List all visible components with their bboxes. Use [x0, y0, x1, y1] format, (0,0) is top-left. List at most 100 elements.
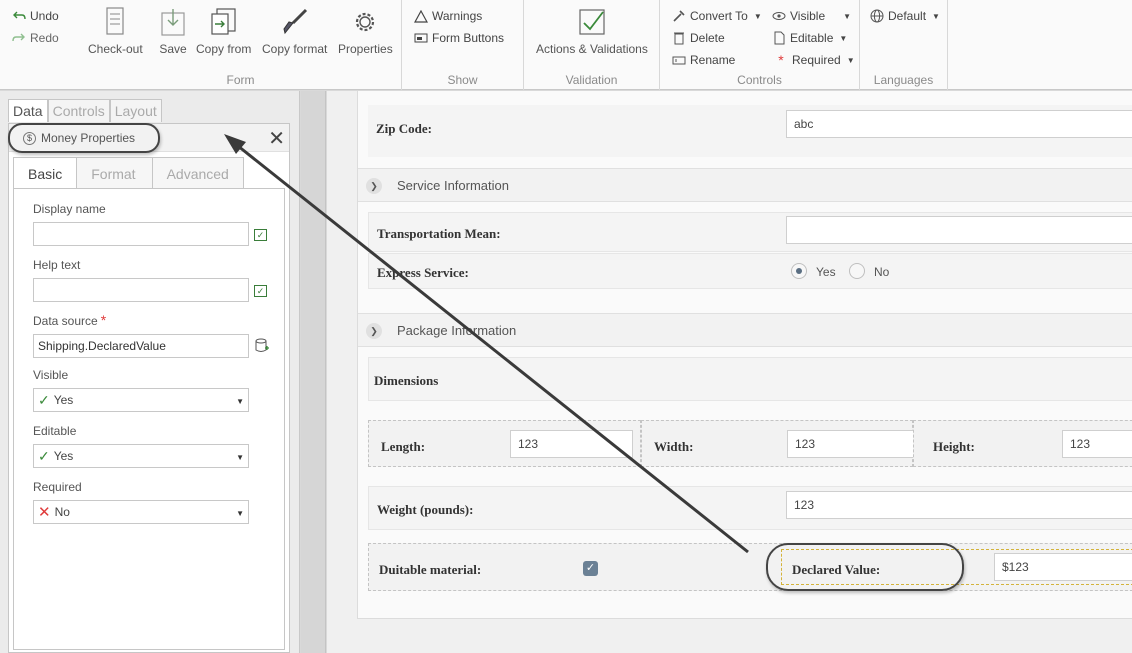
undo-icon — [12, 9, 26, 23]
display-name-label: Display name — [33, 202, 106, 216]
dimensions-label: Dimensions — [374, 373, 439, 388]
chevron-down-icon: ▼ — [932, 11, 940, 21]
tab-advanced[interactable]: Advanced — [151, 157, 244, 189]
express-no-radio[interactable] — [849, 263, 865, 279]
callout-ring-declared-value — [766, 543, 964, 591]
required-dropdown[interactable]: * Required ▼ — [774, 52, 855, 68]
check-icon: ✓ — [38, 391, 50, 408]
zip-label: Zip Code: — [376, 121, 432, 136]
checkbox-check-icon — [575, 6, 609, 38]
property-tabs: Basic Format Advanced — [13, 157, 244, 189]
editable-select[interactable]: ✓ Yes ▼ — [33, 444, 249, 468]
chevron-down-icon[interactable]: ❯ — [366, 323, 382, 339]
zip-input[interactable]: abc — [786, 110, 1132, 138]
cross-icon: ✕ — [38, 504, 51, 521]
actions-validations-button[interactable]: Actions & Validations — [536, 6, 648, 56]
visible-label: Visible — [33, 368, 69, 382]
languages-group: Default ▼ Languages — [860, 0, 948, 90]
copy-from-button[interactable]: Copy from — [196, 6, 251, 56]
editable-dropdown[interactable]: Editable ▼ — [772, 31, 847, 45]
save-icon — [156, 6, 190, 38]
tab-data[interactable]: Data — [8, 99, 48, 122]
tab-controls[interactable]: Controls — [47, 99, 110, 122]
redo-button[interactable]: Redo — [12, 31, 59, 45]
globe-icon — [870, 9, 884, 23]
tab-format[interactable]: Format — [76, 157, 153, 189]
save-button[interactable]: Save — [156, 6, 190, 56]
undo-button[interactable]: Undo — [12, 9, 59, 23]
warning-icon — [414, 9, 428, 23]
paintbrush-icon — [278, 6, 312, 38]
display-name-input[interactable] — [33, 222, 249, 246]
package-information-section[interactable]: ❯ Package Information — [358, 313, 1132, 347]
width-cell[interactable]: Width: 123 — [641, 420, 914, 467]
chevron-down-icon: ▼ — [236, 453, 244, 462]
weight-row[interactable]: Weight (pounds): 123 — [368, 486, 1132, 530]
duitable-label: Duitable material: — [379, 562, 482, 577]
copy-from-icon — [207, 6, 241, 38]
service-information-section[interactable]: ❯ Service Information — [358, 168, 1132, 202]
chevron-down-icon: ▼ — [839, 33, 848, 43]
dimensions-row[interactable]: Dimensions — [368, 357, 1132, 401]
express-yes-radio[interactable] — [791, 263, 807, 279]
visible-select[interactable]: ✓ Yes ▼ — [33, 388, 249, 412]
chevron-down-icon[interactable]: ❯ — [366, 178, 382, 194]
panel-splitter[interactable] — [301, 91, 326, 653]
checkout-button[interactable]: Check-out — [88, 6, 143, 56]
properties-button[interactable]: Properties — [338, 6, 393, 56]
language-dropdown[interactable]: Default ▼ — [870, 9, 940, 23]
transportation-label: Transportation Mean: — [377, 226, 501, 241]
height-cell[interactable]: Height: 123 — [913, 420, 1132, 467]
check-icon: ✓ — [38, 447, 50, 464]
weight-input[interactable]: 123 — [786, 491, 1132, 519]
zip-row[interactable]: Zip Code: abc — [368, 105, 1132, 157]
chevron-down-icon: ▼ — [843, 11, 852, 21]
weight-label: Weight (pounds): — [377, 502, 474, 517]
help-text-input[interactable] — [33, 278, 249, 302]
required-select[interactable]: ✕ No ▼ — [33, 500, 249, 524]
properties-panel: $ Money Properties ✕ Basic Format Advanc… — [8, 123, 290, 653]
duitable-declared-row: Duitable material: ✓ Declared Value: $12… — [368, 543, 1132, 591]
transportation-input[interactable] — [786, 216, 1132, 244]
basic-properties-body: Display name ✓ Help text ✓ Data source * … — [13, 188, 285, 650]
chevron-down-icon: ▼ — [236, 397, 244, 406]
required-label: Required — [33, 480, 82, 494]
height-input[interactable]: 123 — [1062, 430, 1132, 458]
data-source-input[interactable]: Shipping.DeclaredValue — [33, 334, 249, 358]
express-service-row[interactable]: Express Service: Yes No — [368, 253, 1132, 289]
length-input[interactable]: 123 — [510, 430, 633, 458]
close-icon[interactable]: ✕ — [268, 126, 285, 151]
visible-dropdown[interactable]: Visible ▼ — [772, 9, 851, 23]
delete-button[interactable]: Delete — [672, 31, 725, 45]
chevron-down-icon: ▼ — [236, 509, 244, 518]
ribbon-toolbar: Undo Redo Check-out Save Copy from Copy … — [0, 0, 1132, 90]
display-name-check-icon[interactable]: ✓ — [254, 229, 267, 241]
transportation-row[interactable]: Transportation Mean: — [368, 212, 1132, 252]
tab-basic[interactable]: Basic — [13, 157, 78, 189]
warnings-toggle[interactable]: Warnings — [414, 9, 482, 23]
form-buttons-toggle[interactable]: Form Buttons — [414, 31, 504, 45]
length-label: Length: — [381, 439, 426, 454]
declared-value-input[interactable]: $123 — [994, 553, 1132, 581]
rename-icon — [672, 53, 686, 67]
rename-button[interactable]: Rename — [672, 53, 735, 67]
form-canvas: Zip Code: abc ❯ Service Information Tran… — [327, 91, 1132, 653]
wrench-icon — [672, 9, 686, 23]
duitable-checkbox[interactable]: ✓ — [583, 561, 598, 576]
database-add-icon[interactable] — [255, 338, 269, 357]
copy-format-button[interactable]: Copy format — [262, 6, 327, 56]
length-cell[interactable]: Length: 123 — [368, 420, 641, 467]
width-label: Width: — [654, 439, 694, 454]
chevron-down-icon: ▼ — [846, 55, 855, 65]
tab-layout[interactable]: Layout — [109, 99, 162, 122]
height-label: Height: — [933, 439, 975, 454]
show-group: Warnings Form Buttons Show — [402, 0, 524, 90]
convert-to-button[interactable]: Convert To ▼ — [672, 9, 762, 23]
width-input[interactable]: 123 — [787, 430, 914, 458]
controls-group: Convert To ▼ Delete Rename Visible ▼ Edita… — [660, 0, 860, 90]
help-text-check-icon[interactable]: ✓ — [254, 285, 267, 297]
data-source-label: Data source — [33, 314, 98, 328]
chevron-down-icon: ▼ — [753, 11, 762, 21]
form-buttons-icon — [414, 31, 428, 45]
required-asterisk-icon: * — [100, 312, 107, 328]
